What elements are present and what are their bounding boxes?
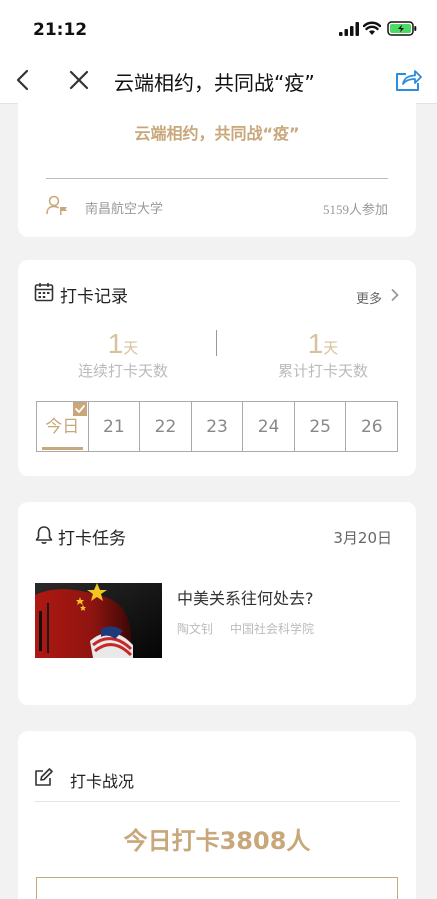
checked-icon	[73, 402, 87, 416]
school-name: 南昌航空大学	[85, 202, 164, 217]
day-label: 25	[309, 417, 331, 437]
share-icon[interactable]	[394, 67, 422, 93]
activity-slogan: 云端相约，共同战“疫”	[134, 124, 300, 143]
checkin-stats-card: 打卡战况 今日打卡3808人	[18, 731, 416, 899]
checkin-task-card: 打卡任务 3月20日 中美关系往何处去? 陶文钊 中国社会科学院	[18, 502, 416, 705]
checkin-record-card: 打卡记录 更多 1天 连续打卡天数 1天 累计打卡天数 今日 21 22 23 …	[18, 260, 416, 476]
day-cell[interactable]: 26	[345, 401, 399, 452]
close-icon[interactable]	[68, 69, 90, 91]
today-checkin-count: 今日打卡3808人	[123, 827, 311, 855]
divider	[34, 801, 400, 802]
consecutive-days-value: 1	[107, 328, 124, 359]
day-label: 今日	[45, 417, 80, 437]
day-cell[interactable]: 25	[293, 401, 347, 452]
wifi-icon	[363, 21, 381, 35]
day-cell[interactable]: 23	[190, 401, 244, 452]
task-date: 3月20日	[333, 529, 392, 547]
edit-icon	[35, 768, 53, 786]
task-item-author: 陶文钊	[177, 622, 214, 636]
record-header: 打卡记录 更多	[34, 282, 400, 307]
task-item-title[interactable]: 中美关系往何处去?	[177, 585, 314, 609]
total-days-unit: 天	[323, 339, 339, 357]
task-thumbnail[interactable]	[35, 583, 162, 658]
stats-panel	[36, 877, 398, 899]
record-title: 打卡记录	[60, 287, 128, 307]
activity-info-card: 云端相约，共同战“疫” 南昌航空大学 5159人参加	[18, 96, 416, 237]
chevron-right-icon[interactable]	[390, 288, 400, 302]
status-bar: 21:12	[0, 0, 437, 58]
participant-count: 5159人参加	[322, 202, 388, 217]
task-item-org: 中国社会科学院	[230, 622, 315, 636]
status-time: 21:12	[33, 20, 88, 40]
day-cell[interactable]: 21	[87, 401, 141, 452]
total-days-label: 累计打卡天数	[277, 362, 368, 380]
day-label: 23	[206, 417, 228, 437]
signal-icon	[339, 22, 359, 36]
day-today[interactable]: 今日	[36, 401, 89, 452]
stats-title: 打卡战况	[70, 772, 135, 791]
week-day-strip: 今日 21 22 23 24 25 26	[36, 401, 399, 452]
bell-icon	[35, 526, 53, 544]
day-label: 22	[154, 417, 177, 437]
day-label: 26	[360, 417, 383, 437]
day-cell[interactable]: 22	[139, 401, 192, 452]
consecutive-days-stat: 1天 连续打卡天数	[48, 328, 198, 381]
battery-charging-icon	[387, 21, 417, 36]
total-days-stat: 1天 累计打卡天数	[248, 328, 398, 381]
day-label: 24	[257, 417, 280, 437]
stats-header: 打卡战况	[34, 767, 400, 791]
task-title: 打卡任务	[58, 529, 126, 549]
divider	[46, 178, 388, 179]
day-label: 21	[103, 417, 125, 437]
calendar-icon	[34, 283, 54, 302]
more-link[interactable]: 更多	[356, 288, 382, 307]
stat-divider	[216, 330, 217, 356]
today-underline	[42, 447, 83, 450]
page-title: 云端相约，共同战“疫”	[114, 71, 315, 95]
flags-image	[35, 583, 162, 658]
back-arrow-icon[interactable]	[14, 68, 34, 92]
total-days-value: 1	[307, 328, 324, 359]
user-flag-icon	[46, 195, 67, 215]
day-cell[interactable]: 24	[242, 401, 295, 452]
consecutive-days-label: 连续打卡天数	[77, 362, 168, 380]
consecutive-days-unit: 天	[123, 339, 139, 357]
